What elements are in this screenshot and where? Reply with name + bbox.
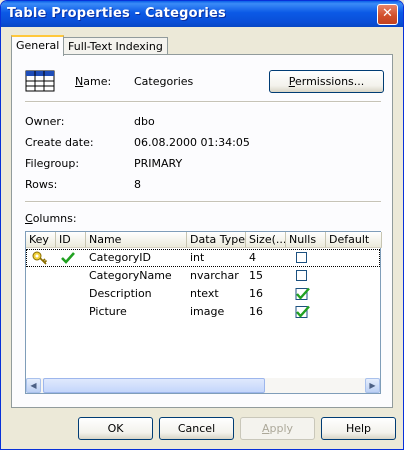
nulls-checkbox[interactable]	[296, 252, 307, 263]
tab-general[interactable]: General	[11, 35, 65, 56]
nulls-check-icon[interactable]	[294, 305, 310, 319]
nulls-checkbox[interactable]	[296, 270, 307, 281]
col-header-size[interactable]: Size(...	[246, 232, 286, 248]
close-icon[interactable]: ✕	[377, 4, 398, 25]
column-name: CategoryID	[89, 251, 151, 264]
apply-button[interactable]: Apply	[240, 417, 315, 440]
column-data-type: int	[190, 251, 205, 264]
filegroup-value: PRIMARY	[134, 157, 183, 170]
columns-grid[interactable]: Key ID Name Data Type Size(... Nulls Def…	[25, 231, 382, 394]
column-size: 15	[249, 269, 263, 282]
table-properties-dialog: Table Properties - Categories ✕ General …	[0, 0, 404, 450]
tab-full-text-indexing[interactable]: Full-Text Indexing	[63, 37, 168, 55]
cancel-button[interactable]: Cancel	[159, 417, 234, 440]
permissions-button[interactable]: Permissions...	[269, 70, 384, 93]
col-header-nulls[interactable]: Nulls	[286, 232, 326, 248]
table-row[interactable]: Description ntext 16	[26, 285, 380, 303]
column-size: 16	[249, 287, 263, 300]
column-data-type: nvarchar	[190, 269, 239, 282]
horizontal-scrollbar[interactable]: ◀ ▶	[26, 378, 380, 393]
scroll-left-icon[interactable]: ◀	[26, 378, 41, 393]
column-size: 16	[249, 305, 263, 318]
col-header-data-type[interactable]: Data Type	[187, 232, 246, 248]
col-header-id[interactable]: ID	[56, 232, 86, 248]
key-icon	[32, 251, 48, 265]
nulls-check-icon[interactable]	[294, 287, 310, 301]
table-grid-icon	[25, 70, 55, 92]
rows-value: 8	[134, 178, 141, 191]
grid-header: Key ID Name Data Type Size(... Nulls Def…	[26, 232, 382, 248]
column-name: CategoryName	[89, 269, 172, 282]
identity-check-icon	[61, 252, 75, 264]
rows-label: Rows:	[25, 178, 58, 191]
title-bar[interactable]: Table Properties - Categories ✕	[1, 1, 403, 27]
scrollbar-thumb[interactable]	[43, 378, 265, 393]
divider	[25, 201, 381, 203]
divider	[25, 101, 381, 103]
table-row[interactable]: CategoryName nvarchar 15	[26, 267, 380, 285]
column-size: 4	[249, 251, 256, 264]
ok-button[interactable]: OK	[78, 417, 153, 440]
name-label: Name:	[75, 75, 112, 88]
owner-label: Owner:	[25, 115, 65, 128]
column-data-type: ntext	[190, 287, 219, 300]
create-date-value: 06.08.2000 01:34:05	[134, 136, 250, 149]
owner-value: dbo	[134, 115, 155, 128]
col-header-name[interactable]: Name	[86, 232, 187, 248]
column-name: Description	[89, 287, 152, 300]
scroll-right-icon[interactable]: ▶	[365, 378, 380, 393]
table-row[interactable]: CategoryID int 4	[26, 249, 380, 267]
help-button[interactable]: Help	[321, 417, 396, 440]
create-date-label: Create date:	[25, 136, 94, 149]
filegroup-label: Filegroup:	[25, 157, 80, 170]
column-name: Picture	[89, 305, 127, 318]
table-row[interactable]: Picture image 16	[26, 303, 380, 321]
columns-label: Columns:	[25, 212, 77, 225]
col-header-default[interactable]: Default	[326, 232, 382, 248]
window-title: Table Properties - Categories	[7, 6, 226, 21]
column-data-type: image	[190, 305, 225, 318]
name-value: Categories	[134, 75, 194, 88]
col-header-key[interactable]: Key	[26, 232, 56, 248]
